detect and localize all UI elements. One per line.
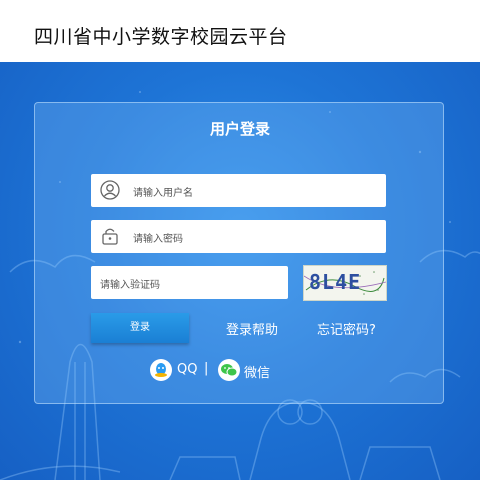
social-separator: | [204, 361, 209, 376]
platform-title: 四川省中小学数字校园云平台 [34, 26, 288, 48]
username-placeholder: 请输入用户名 [133, 188, 193, 199]
captcha-image[interactable]: 8L4E [303, 265, 387, 301]
header: 四川省中小学数字校园云平台 [0, 0, 480, 62]
username-field[interactable]: 请输入用户名 [91, 174, 386, 207]
captcha-field[interactable]: 请输入验证码 [91, 266, 288, 299]
qq-label[interactable]: QQ [177, 362, 197, 377]
password-placeholder: 请输入密码 [133, 234, 183, 245]
captcha-text: 8L4E [309, 270, 362, 294]
forgot-password-link[interactable]: 忘记密码? [317, 319, 376, 338]
login-title: 用户登录 [209, 120, 270, 138]
login-button[interactable]: 登录 [91, 313, 189, 343]
user-icon [100, 180, 120, 204]
qq-icon[interactable] [150, 359, 172, 381]
password-field[interactable]: 请输入密码 [91, 220, 386, 253]
captcha-placeholder: 请输入验证码 [100, 280, 160, 291]
login-help-link[interactable]: 登录帮助 [226, 319, 278, 338]
wechat-icon[interactable] [218, 359, 240, 381]
lock-icon [100, 226, 120, 250]
wechat-label[interactable]: 微信 [244, 362, 270, 381]
